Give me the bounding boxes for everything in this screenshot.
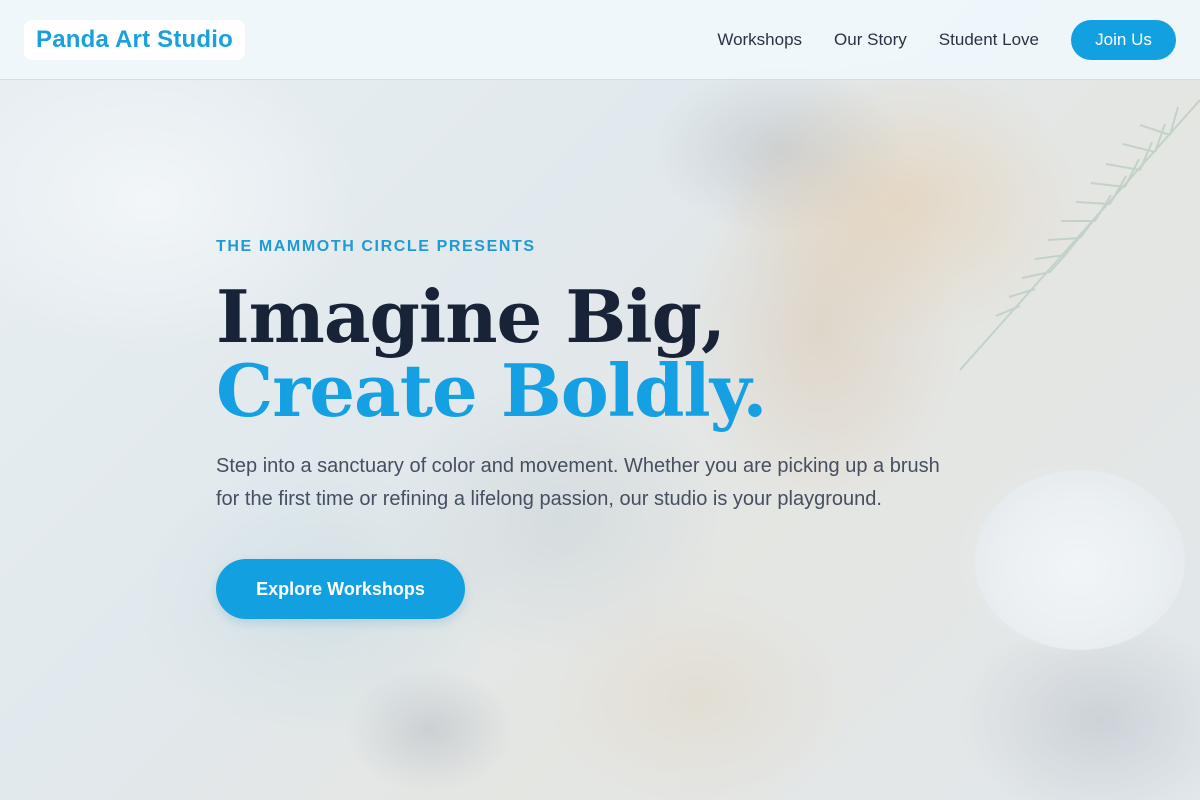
hero-headline: Imagine Big, Create Boldly.: [216, 280, 956, 428]
join-us-button[interactable]: Join Us: [1071, 19, 1176, 60]
nav-link-student-love[interactable]: Student Love: [939, 30, 1039, 50]
hero-description: Step into a sanctuary of color and movem…: [216, 455, 940, 510]
nav-link-our-story[interactable]: Our Story: [834, 30, 907, 50]
headline-main: Imagine Big,: [216, 274, 726, 359]
main-nav: Workshops Our Story Student Love Join Us: [685, 19, 1176, 60]
brand-logo[interactable]: Panda Art Studio: [24, 19, 245, 60]
headline-accent: Create Boldly.: [216, 348, 767, 433]
explore-workshops-button[interactable]: Explore Workshops: [216, 559, 465, 619]
hero-eyebrow: THE MAMMOTH CIRCLE PRESENTS: [216, 238, 536, 255]
top-navbar: Panda Art Studio Workshops Our Story Stu…: [0, 0, 1200, 80]
nav-link-workshops[interactable]: Workshops: [717, 30, 802, 50]
hero-section: THE MAMMOTH CIRCLE PRESENTS Imagine Big,…: [216, 238, 956, 619]
